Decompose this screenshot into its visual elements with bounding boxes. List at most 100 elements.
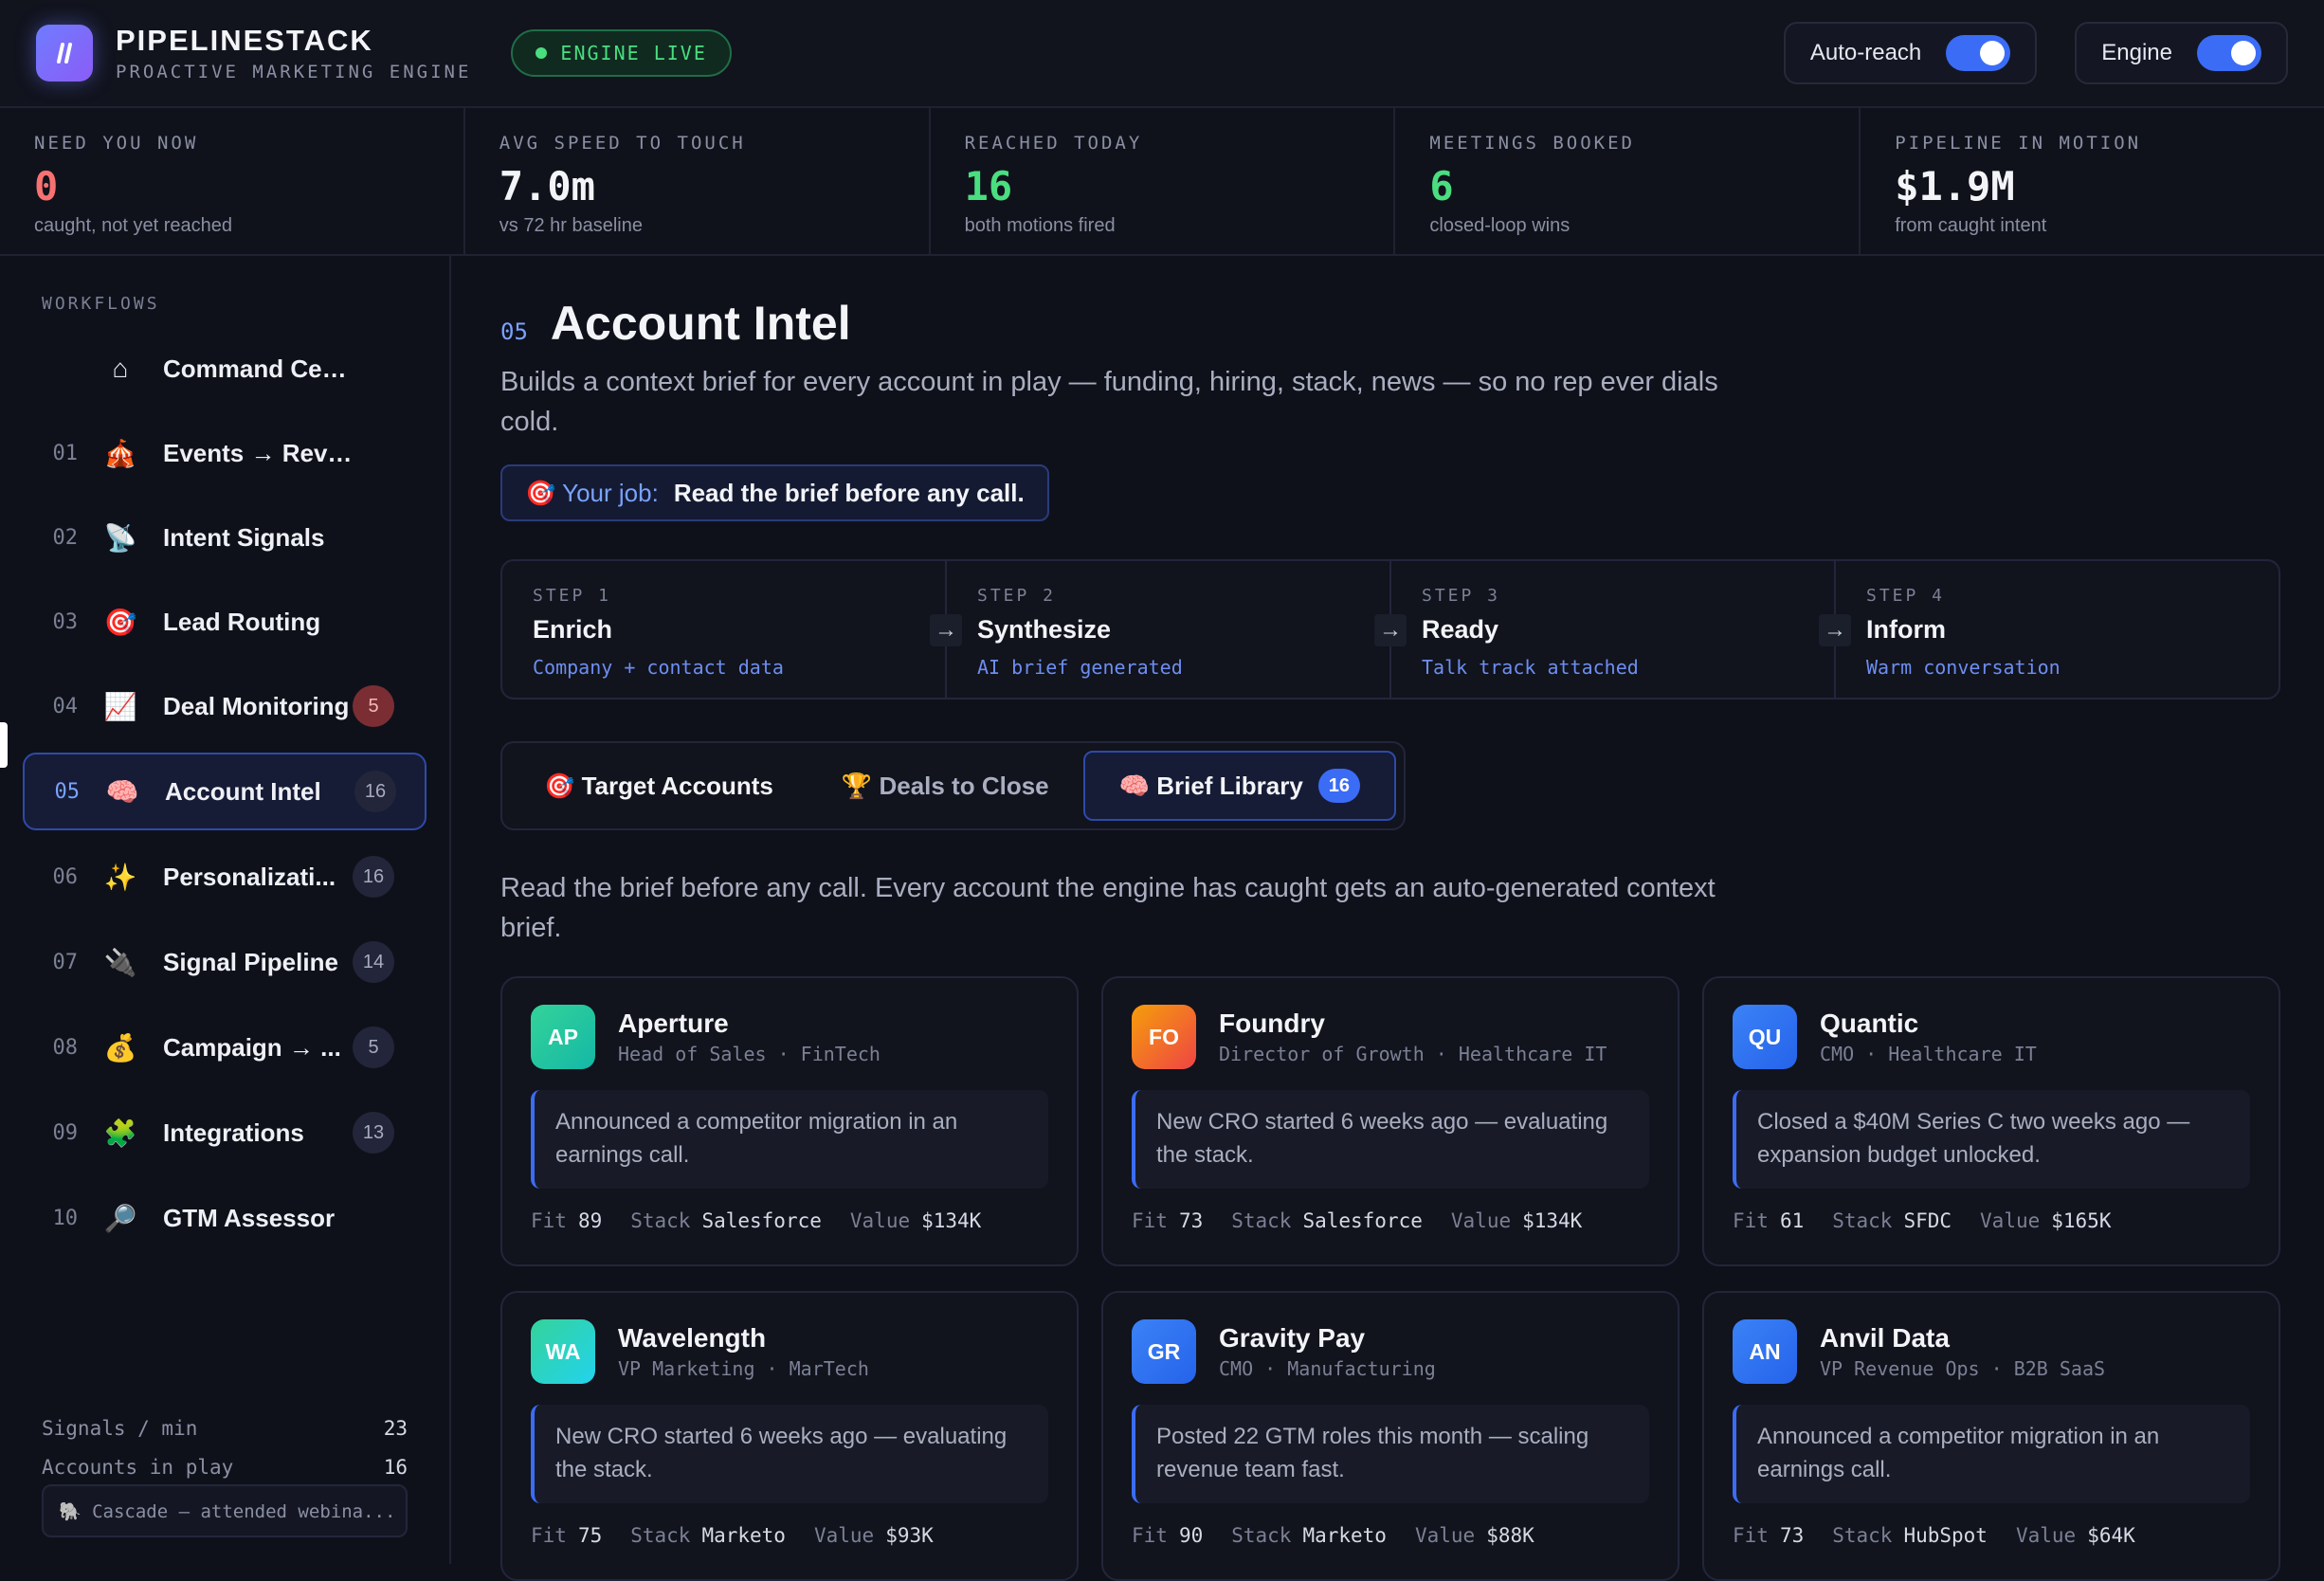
stat-label: Signals / min (42, 1416, 198, 1440)
sidebar-stats: Signals / min 23 Accounts in play 16 (42, 1408, 408, 1486)
brief-card-anvil-data[interactable]: AN Anvil Data VP Revenue Ops · B2B SaaS … (1702, 1291, 2280, 1581)
tab-label: 🧠 Brief Library (1118, 771, 1303, 800)
avatar: FO (1132, 1005, 1196, 1069)
auto-reach-toggle[interactable] (1946, 35, 2011, 71)
tab-target-accounts[interactable]: 🎯 Target Accounts (510, 751, 808, 821)
avatar: WA (531, 1319, 595, 1384)
kpi-sub: vs 72 hr baseline (499, 215, 643, 236)
step-synthesize: STEP 2 Synthesize AI brief generated → (947, 561, 1407, 698)
engine-label: Engine (2101, 40, 2172, 65)
account-name: Aperture (618, 1009, 729, 1038)
sidebar-item-intent-signals[interactable]: 02 📡 Intent Signals (23, 499, 427, 576)
fit-key: Fit (531, 1209, 567, 1232)
stack-value: Salesforce (1302, 1209, 1423, 1232)
value-key: Value (2015, 1524, 2077, 1547)
page-title-row: 05 Account Intel (500, 296, 851, 351)
nav-number: 06 (52, 864, 79, 889)
kpi-sub: caught, not yet reached (34, 215, 233, 236)
plug-icon: 🔌 (103, 947, 137, 977)
account-role: Head of Sales · FinTech (618, 1043, 881, 1065)
fit-key: Fit (531, 1524, 567, 1547)
sidebar-item-integrations[interactable]: 09 🧩 Integrations 13 (23, 1094, 427, 1172)
nav-label: Campaign → ... (163, 1032, 341, 1062)
tab-badge: 16 (1317, 769, 1360, 803)
auto-reach-toggle-box[interactable]: Auto-reach (1783, 22, 2038, 84)
nav-label: GTM Assessor (163, 1203, 336, 1232)
step-sub: Warm conversation (1866, 656, 2061, 679)
sidebar-item-deal-monitoring[interactable]: 04 📈 Deal Monitoring 5 (23, 667, 427, 745)
fit-value: 61 (1779, 1209, 1805, 1232)
sidebar-item-personalization[interactable]: 06 ✨ Personalizati... 16 (23, 838, 427, 916)
workflow-steps: STEP 1 Enrich Company + contact data → S… (500, 559, 2280, 700)
kpi-strip: NEED YOU NOW 0 caught, not yet reached A… (0, 108, 2324, 256)
your-job-pill: 🎯 Your job: Read the brief before any ca… (500, 464, 1049, 521)
brief-note: New CRO started 6 weeks ago — evaluating… (1132, 1090, 1649, 1189)
brief-note: Posted 22 GTM roles this month — scaling… (1132, 1405, 1649, 1503)
magnifier-icon: 🔎 (103, 1203, 137, 1233)
fit-key: Fit (1132, 1524, 1168, 1547)
step-ready: STEP 3 Ready Talk track attached → (1391, 561, 1851, 698)
tab-label: 🏆 Deals to Close (841, 771, 1049, 800)
brief-card-quantic[interactable]: QU Quantic CMO · Healthcare IT Closed a … (1702, 976, 2280, 1266)
card-stats: Fit 89 Stack Salesforce Value $134K (531, 1209, 1048, 1232)
stat-signals-per-min: Signals / min 23 (42, 1408, 408, 1447)
brief-card-wavelength[interactable]: WA Wavelength VP Marketing · MarTech New… (500, 1291, 1079, 1581)
card-header: AP Aperture Head of Sales · FinTech (531, 1005, 1048, 1069)
brand-title: PIPELINESTACK (116, 24, 373, 57)
card-meta: Aperture Head of Sales · FinTech (618, 1009, 881, 1065)
nav-label: Account Intel (165, 776, 321, 806)
kpi-value: $1.9M (1895, 163, 2015, 209)
page-number: 05 (500, 318, 528, 345)
sidebar-item-gtm-assessor[interactable]: 10 🔎 GTM Assessor (23, 1179, 427, 1257)
main-content: 05 Account Intel Builds a context brief … (453, 256, 2324, 1581)
fit-key: Fit (1733, 1524, 1769, 1547)
toggle-knob (2231, 41, 2256, 65)
kpi-label: NEED YOU NOW (34, 133, 199, 154)
brief-card-gravity-pay[interactable]: GR Gravity Pay CMO · Manufacturing Poste… (1101, 1291, 1679, 1581)
toggle-knob (1980, 41, 2006, 65)
step-inform: STEP 4 Inform Warm conversation (1836, 561, 2279, 698)
kpi-value: 16 (964, 163, 1013, 209)
engine-toggle[interactable] (2197, 35, 2261, 71)
account-role: VP Marketing · MarTech (618, 1357, 869, 1380)
sidebar-item-command-center[interactable]: ⌂ Command Center (23, 330, 427, 408)
sidebar-item-campaign[interactable]: 08 💰 Campaign → ... 5 (23, 1009, 427, 1086)
sidebar-item-lead-routing[interactable]: 03 🎯 Lead Routing (23, 583, 427, 661)
card-stats: Fit 90 Stack Marketo Value $88K (1132, 1524, 1649, 1547)
sidebar-heading: WORKFLOWS (42, 294, 160, 314)
sidebar-item-events-revenue[interactable]: 01 🎪 Events → Revenue (23, 414, 427, 492)
account-name: Quantic (1820, 1009, 1919, 1038)
account-role: CMO · Healthcare IT (1820, 1043, 2037, 1065)
circus-tent-icon: 🎪 (103, 438, 137, 468)
kpi-need-you-now: NEED YOU NOW 0 caught, not yet reached (0, 108, 465, 254)
brief-note: Announced a competitor migration in an e… (1733, 1405, 2250, 1503)
stack-value: HubSpot (1903, 1524, 1988, 1547)
fit-value: 75 (577, 1524, 603, 1547)
kpi-avg-speed: AVG SPEED TO TOUCH 7.0m vs 72 hr baselin… (465, 108, 931, 254)
chart-up-icon: 📈 (103, 691, 137, 721)
card-header: FO Foundry Director of Growth · Healthca… (1132, 1005, 1649, 1069)
tab-brief-library[interactable]: 🧠 Brief Library 16 (1082, 751, 1396, 821)
arrow-right-icon: → (1374, 614, 1407, 646)
kpi-label: REACHED TODAY (964, 133, 1143, 154)
brief-card-foundry[interactable]: FO Foundry Director of Growth · Healthca… (1101, 976, 1679, 1266)
tab-deals-to-close[interactable]: 🏆 Deals to Close (808, 751, 1083, 821)
brief-card-aperture[interactable]: AP Aperture Head of Sales · FinTech Anno… (500, 976, 1079, 1266)
cascade-ticker[interactable]: 🐘 Cascade — attended webina... (42, 1484, 408, 1537)
kpi-sub: both motions fired (964, 215, 1116, 236)
kpi-value: 0 (34, 163, 59, 209)
sidebar-item-account-intel[interactable]: 05 🧠 Account Intel 16 (23, 753, 427, 830)
engine-toggle-box[interactable]: Engine (2075, 22, 2288, 84)
nav-badge: 5 (353, 1027, 394, 1068)
satellite-dish-icon: 📡 (103, 522, 137, 553)
deal-value: $134K (921, 1209, 982, 1232)
sidebar-item-signal-pipeline[interactable]: 07 🔌 Signal Pipeline 14 (23, 923, 427, 1001)
kpi-label: MEETINGS BOOKED (1429, 133, 1635, 154)
brand: PIPELINESTACK PROACTIVE MARKETING ENGINE (116, 24, 471, 82)
fit-key: Fit (1132, 1209, 1168, 1232)
card-meta: Gravity Pay CMO · Manufacturing (1219, 1323, 1436, 1380)
fit-value: 73 (1779, 1524, 1805, 1547)
step-label: STEP 3 (1422, 586, 1501, 606)
nav-number: 01 (52, 441, 79, 465)
stack-key: Stack (630, 1524, 691, 1547)
